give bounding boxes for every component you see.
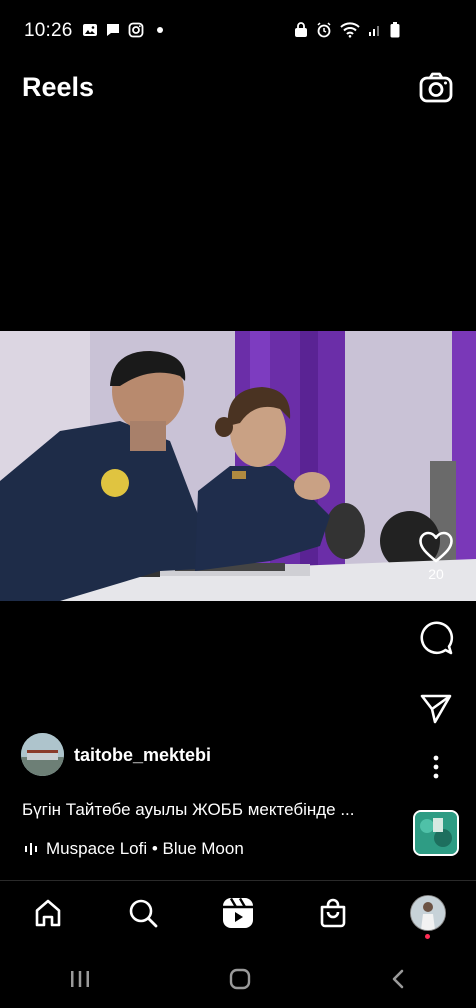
audio-title: Muspace Lofi • Blue Moon: [46, 839, 244, 858]
audio-thumb-image: [415, 812, 457, 854]
video-frame-image: [0, 331, 476, 601]
notification-dot: [425, 934, 431, 939]
like-button[interactable]: 20: [412, 530, 460, 582]
author-username[interactable]: taitobe_mektebi: [74, 745, 211, 766]
audio-info[interactable]: Muspace Lofi • Blue Moon: [24, 839, 244, 859]
like-count: 20: [428, 566, 444, 582]
signal-icon: [369, 26, 379, 36]
author-avatar[interactable]: [21, 733, 64, 776]
share-icon[interactable]: [419, 692, 453, 726]
audio-wave-icon: [25, 843, 37, 855]
reel-video[interactable]: [0, 331, 476, 601]
nav-profile[interactable]: [398, 883, 458, 943]
status-bar: 10:26: [0, 0, 476, 62]
bottom-nav: [0, 881, 476, 945]
instagram-icon: [128, 22, 144, 38]
more-options-icon[interactable]: [430, 754, 442, 780]
reels-icon: [222, 897, 253, 928]
status-right-icons: [294, 22, 400, 38]
back-icon[interactable]: [388, 968, 408, 990]
home-icon: [35, 899, 60, 927]
home-button-icon[interactable]: [228, 967, 252, 991]
system-nav-bar: [0, 950, 476, 1008]
camera-icon[interactable]: [418, 70, 454, 106]
audio-thumbnail[interactable]: [413, 810, 459, 856]
shop-icon: [320, 898, 346, 928]
recents-icon[interactable]: [68, 968, 92, 990]
dot-icon: [157, 27, 163, 33]
reel-caption[interactable]: Бүгін Тайтөбе ауылы ЖОББ мектебінде ...: [22, 800, 392, 820]
search-icon: [129, 899, 158, 928]
image-icon: [83, 24, 97, 36]
status-time: 10:26: [24, 20, 73, 41]
avatar-image: [21, 733, 64, 776]
message-icon: [107, 24, 119, 36]
wifi-icon: [340, 22, 360, 38]
battery-icon: [390, 22, 400, 38]
page-title: Reels: [22, 72, 95, 102]
alarm-icon: [317, 22, 331, 38]
heart-icon: [419, 531, 453, 563]
profile-avatar-image: [411, 896, 446, 930]
nav-shop[interactable]: [303, 883, 363, 943]
comment-icon[interactable]: [418, 621, 454, 657]
nav-home[interactable]: [18, 883, 78, 943]
lock-icon: [295, 22, 307, 37]
status-left-icons: [82, 22, 163, 38]
nav-search[interactable]: [113, 883, 173, 943]
profile-avatar: [410, 895, 447, 931]
nav-reels[interactable]: [208, 883, 268, 943]
